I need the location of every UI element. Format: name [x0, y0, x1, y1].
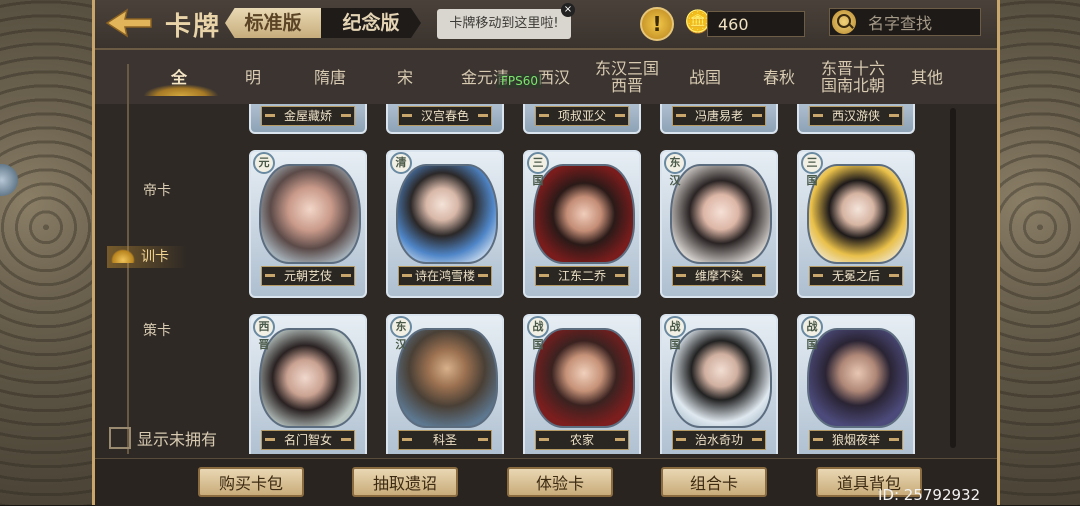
- era-badge: 战国: [801, 316, 823, 351]
- portrait-image: [396, 164, 498, 264]
- era-badge: 西晋: [253, 316, 275, 351]
- card[interactable]: 西晋 名门智女: [249, 314, 367, 454]
- card-name: 元朝艺伎: [261, 266, 355, 286]
- exclamation-icon[interactable]: !: [640, 7, 674, 41]
- card-name: 维摩不染: [672, 266, 766, 286]
- show-unowned-label: 显示未拥有: [137, 430, 218, 449]
- tip-bubble: 卡牌移动到这里啦!: [437, 9, 571, 39]
- draw-edict-button[interactable]: 抽取遗诏: [352, 467, 458, 497]
- card[interactable]: 东汉 科圣: [386, 314, 504, 454]
- portrait-image: [807, 328, 909, 428]
- card-name: 项叔亚父: [535, 106, 629, 126]
- portrait-image: [533, 164, 635, 264]
- user-id: ID: 25792932: [878, 486, 981, 504]
- search-icon[interactable]: [832, 10, 856, 34]
- era-badge: 战国: [664, 316, 686, 351]
- era-badge: 元: [253, 152, 275, 174]
- top-bar: 卡牌 标准版 纪念版 卡牌移动到这里啦! × ! 🪙 460: [95, 0, 997, 50]
- card-name: 狼烟夜举: [809, 430, 903, 450]
- card[interactable]: 汉宫春色: [386, 104, 504, 134]
- card[interactable]: 清 诗在鸿雪楼: [386, 150, 504, 298]
- card-name: 科圣: [398, 430, 492, 450]
- active-era-indicator: [143, 84, 219, 96]
- card-name: 金屋藏娇: [261, 106, 355, 126]
- portrait-image: [259, 328, 361, 428]
- card-name: 名门智女: [261, 430, 355, 450]
- card-name: 冯唐易老: [672, 106, 766, 126]
- lotus-icon: [111, 249, 135, 263]
- card[interactable]: 三国 无冕之后: [797, 150, 915, 298]
- era-tabs: 全 明 隋唐 宋 金元清 西汉 东汉三国 西晋 战国 春秋 东晋十六 国南北朝 …: [95, 50, 997, 104]
- era-tab[interactable]: 隋唐: [295, 50, 365, 104]
- sidebar-item-emperor[interactable]: 帝卡: [143, 180, 171, 200]
- card-name: 诗在鸿雪楼: [398, 266, 492, 286]
- portrait-image: [807, 164, 909, 264]
- card[interactable]: 战国 治水奇功: [660, 314, 778, 454]
- era-tab[interactable]: 其他: [901, 50, 953, 104]
- tip-close-icon[interactable]: ×: [561, 3, 575, 17]
- page-title: 卡牌: [165, 12, 222, 42]
- combo-card-button[interactable]: 组合卡: [661, 467, 767, 497]
- show-unowned-toggle[interactable]: 显示未拥有: [109, 426, 217, 450]
- era-tab[interactable]: 东晋十六 国南北朝: [813, 50, 893, 104]
- card[interactable]: 三国 江东二乔: [523, 150, 641, 298]
- portrait-image: [533, 328, 635, 428]
- search-input[interactable]: [866, 11, 980, 35]
- scrollbar[interactable]: [950, 108, 956, 448]
- card[interactable]: 金屋藏娇: [249, 104, 367, 134]
- buy-pack-button[interactable]: 购买卡包: [198, 467, 304, 497]
- era-tab[interactable]: 春秋: [747, 50, 811, 104]
- era-badge: 清: [390, 152, 412, 174]
- card[interactable]: 冯唐易老: [660, 104, 778, 134]
- card-name: 农家: [535, 430, 629, 450]
- checkbox[interactable]: [109, 427, 131, 449]
- card-name: 江东二乔: [535, 266, 629, 286]
- sidebar: 帝卡 训卡 策卡: [95, 64, 235, 454]
- sidebar-item-label: 训卡: [141, 249, 169, 265]
- bottom-bar: 购买卡包 抽取遗诏 体验卡 组合卡 道具背包: [95, 458, 997, 506]
- card-panel: 卡牌 标准版 纪念版 卡牌移动到这里啦! × ! 🪙 460 全 明 隋唐 宋 …: [92, 0, 1000, 506]
- coin-count: 460: [707, 11, 805, 37]
- card-name: 汉宫春色: [398, 106, 492, 126]
- era-tab[interactable]: 东汉三国 西晋: [589, 50, 665, 104]
- tab-memorial[interactable]: 纪念版: [321, 8, 421, 38]
- card[interactable]: 项叔亚父: [523, 104, 641, 134]
- era-badge: 东汉: [390, 316, 412, 351]
- card-name: 无冕之后: [809, 266, 903, 286]
- era-tab[interactable]: 明: [221, 50, 285, 104]
- card[interactable]: 西汉游侠: [797, 104, 915, 134]
- era-badge: 战国: [527, 316, 549, 351]
- era-badge: 东汉: [664, 152, 686, 187]
- card[interactable]: 元 元朝艺伎: [249, 150, 367, 298]
- era-tab[interactable]: 宋: [375, 50, 435, 104]
- sidebar-item-strategy[interactable]: 策卡: [143, 320, 171, 340]
- tab-standard[interactable]: 标准版: [225, 8, 321, 38]
- card[interactable]: 战国 狼烟夜举: [797, 314, 915, 454]
- sidebar-item-training[interactable]: 训卡: [107, 246, 187, 268]
- trial-card-button[interactable]: 体验卡: [507, 467, 613, 497]
- search-box[interactable]: [829, 8, 981, 36]
- portrait-image: [396, 328, 498, 428]
- back-arrow-icon[interactable]: [105, 8, 153, 38]
- card[interactable]: 东汉 维摩不染: [660, 150, 778, 298]
- fps-counter: FPS60: [497, 74, 543, 88]
- left-decoration: [0, 0, 92, 505]
- era-badge: 三国: [801, 152, 823, 187]
- card-grid: 金屋藏娇 汉宫春色 项叔亚父 冯唐易老 西汉游侠 元 元朝艺伎 清 诗在鸿雪楼 …: [245, 104, 925, 454]
- card[interactable]: 战国 农家: [523, 314, 641, 454]
- portrait-image: [259, 164, 361, 264]
- card-name: 西汉游侠: [809, 106, 903, 126]
- era-tab[interactable]: 战国: [675, 50, 735, 104]
- portrait-image: [670, 328, 772, 428]
- era-badge: 三国: [527, 152, 549, 187]
- card-name: 治水奇功: [672, 430, 766, 450]
- right-decoration: [1000, 0, 1080, 505]
- portrait-image: [670, 164, 772, 264]
